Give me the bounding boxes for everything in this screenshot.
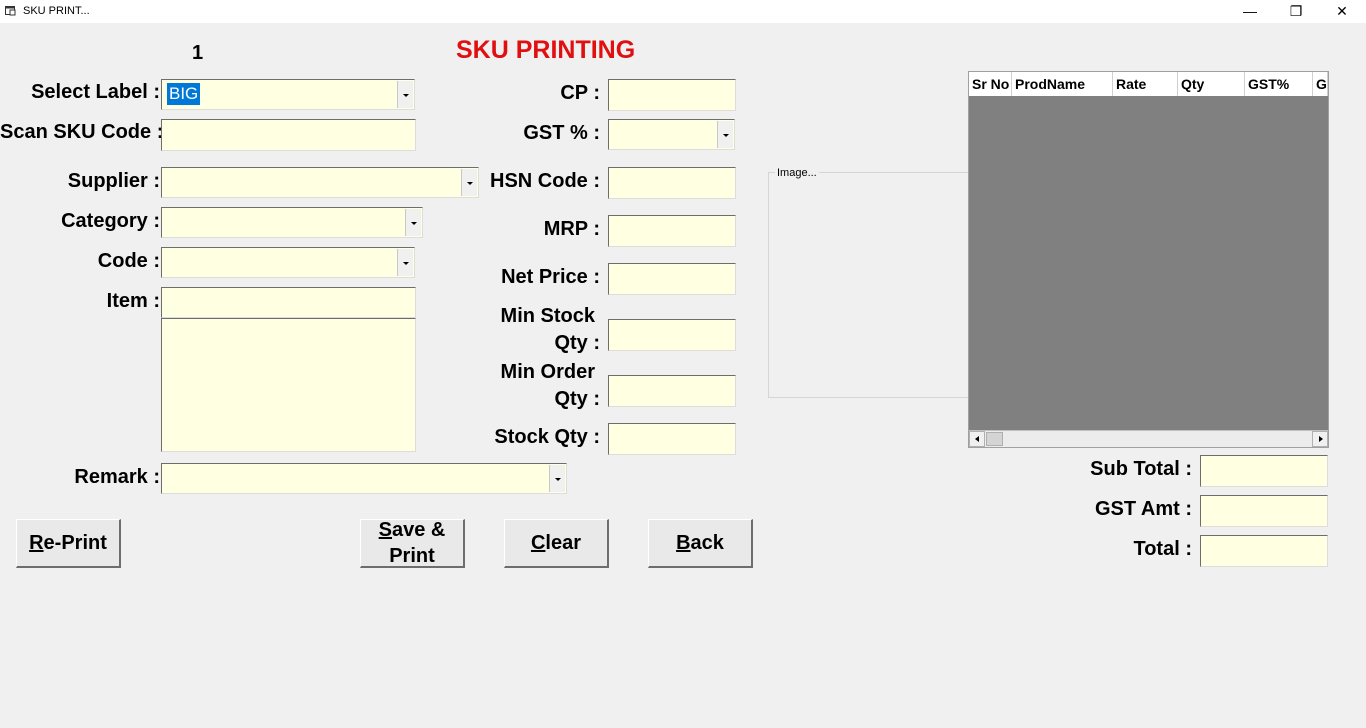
min-order-label-line1: Min Order	[500, 361, 595, 383]
select-label-value: BIG	[167, 83, 201, 105]
sub-total-label: Sub Total :	[1090, 458, 1192, 480]
record-counter: 1	[192, 42, 204, 64]
grid-header: Sr No ProdName Rate Qty GST% GS	[969, 72, 1328, 96]
supplier-combo[interactable]	[161, 167, 479, 198]
chevron-down-icon[interactable]	[405, 209, 421, 236]
product-grid[interactable]: Sr No ProdName Rate Qty GST% GS	[968, 71, 1329, 448]
remark-label: Remark :	[74, 466, 160, 488]
reprint-button[interactable]: Re-Print	[16, 519, 121, 568]
save-print-button[interactable]: Save & Print	[360, 519, 465, 568]
code-label: Code :	[97, 250, 160, 272]
window-icon	[5, 6, 16, 16]
select-label-combo[interactable]: BIG	[161, 79, 415, 110]
grid-col-prodname[interactable]: ProdName	[1012, 72, 1113, 96]
select-label-label: Select Label :	[31, 81, 160, 103]
cp-label: CP :	[560, 82, 600, 104]
scrollbar-thumb[interactable]	[986, 432, 1003, 446]
min-order-label-line2: Qty :	[554, 388, 600, 410]
min-stock-label: Min Stock Qty :	[480, 303, 600, 357]
total-label: Total :	[1133, 538, 1192, 560]
net-price-label: Net Price :	[501, 266, 600, 288]
clear-mnemonic: C	[530, 532, 546, 554]
print-label: Print	[389, 545, 435, 567]
item-input[interactable]	[161, 287, 416, 318]
image-groupbox-title: Image...	[775, 167, 819, 179]
item-description-textarea[interactable]	[161, 318, 416, 452]
scan-sku-label: Scan SKU Code :	[0, 121, 164, 143]
min-order-label: Min Order Qty :	[480, 359, 600, 413]
arrow-right-icon[interactable]	[1312, 431, 1328, 447]
grid-col-gst-amt[interactable]: GS	[1313, 72, 1328, 96]
min-stock-label-line1: Min Stock	[500, 305, 595, 327]
chevron-down-icon[interactable]	[461, 169, 477, 196]
page-title: SKU PRINTING	[456, 36, 636, 64]
min-stock-input[interactable]	[608, 319, 736, 351]
grid-col-gst-percent[interactable]: GST%	[1245, 72, 1313, 96]
remark-combo[interactable]	[161, 463, 567, 494]
save-mnemonic: S	[378, 519, 392, 541]
mrp-label: MRP :	[543, 218, 600, 240]
hsn-label: HSN Code :	[490, 170, 600, 192]
back-button[interactable]: Back	[648, 519, 753, 568]
category-combo[interactable]	[161, 207, 423, 238]
cp-input[interactable]	[608, 79, 736, 111]
title-bar: SKU PRINT... — ❐ ✕	[0, 0, 1366, 23]
maximize-button[interactable]: ❐	[1273, 0, 1319, 23]
gst-label: GST % :	[523, 122, 600, 144]
chevron-down-icon[interactable]	[549, 465, 565, 492]
chevron-down-icon[interactable]	[397, 249, 413, 276]
mrp-input[interactable]	[608, 215, 736, 247]
maximize-icon: ❐	[1289, 3, 1303, 19]
minimize-button[interactable]: —	[1227, 0, 1273, 23]
reprint-mnemonic: R	[29, 532, 44, 554]
chevron-down-icon[interactable]	[717, 121, 733, 148]
window-title: SKU PRINT...	[23, 5, 90, 17]
grid-horizontal-scrollbar[interactable]	[969, 430, 1328, 447]
close-button[interactable]: ✕	[1319, 0, 1365, 23]
code-combo[interactable]	[161, 247, 415, 278]
save-label: ave &	[391, 519, 446, 541]
min-stock-label-line2: Qty :	[554, 332, 600, 354]
grid-col-rate[interactable]: Rate	[1113, 72, 1178, 96]
stock-qty-input[interactable]	[608, 423, 736, 455]
grid-col-qty[interactable]: Qty	[1178, 72, 1245, 96]
arrow-left-icon[interactable]	[969, 431, 985, 447]
chevron-down-icon[interactable]	[397, 81, 413, 108]
category-label: Category :	[61, 210, 160, 232]
back-label: ack	[690, 532, 724, 554]
clear-label: lear	[545, 532, 582, 554]
clear-button[interactable]: Clear	[504, 519, 609, 568]
supplier-label: Supplier :	[67, 170, 160, 192]
close-icon: ✕	[1336, 3, 1348, 19]
reprint-label: e-Print	[43, 532, 107, 554]
min-order-input[interactable]	[608, 375, 736, 407]
grid-col-sr-no[interactable]: Sr No	[969, 72, 1012, 96]
image-groupbox	[768, 172, 969, 398]
hsn-input[interactable]	[608, 167, 736, 199]
scan-sku-input[interactable]	[161, 119, 416, 151]
minimize-icon: —	[1243, 3, 1257, 19]
gst-amt-field[interactable]	[1200, 495, 1328, 527]
item-label: Item :	[106, 290, 160, 312]
total-field[interactable]	[1200, 535, 1328, 567]
sub-total-field[interactable]	[1200, 455, 1328, 487]
net-price-input[interactable]	[608, 263, 736, 295]
gst-combo[interactable]	[608, 119, 735, 150]
back-mnemonic: B	[676, 532, 691, 554]
gst-amt-label: GST Amt :	[1094, 498, 1192, 520]
stock-qty-label: Stock Qty :	[494, 426, 600, 448]
